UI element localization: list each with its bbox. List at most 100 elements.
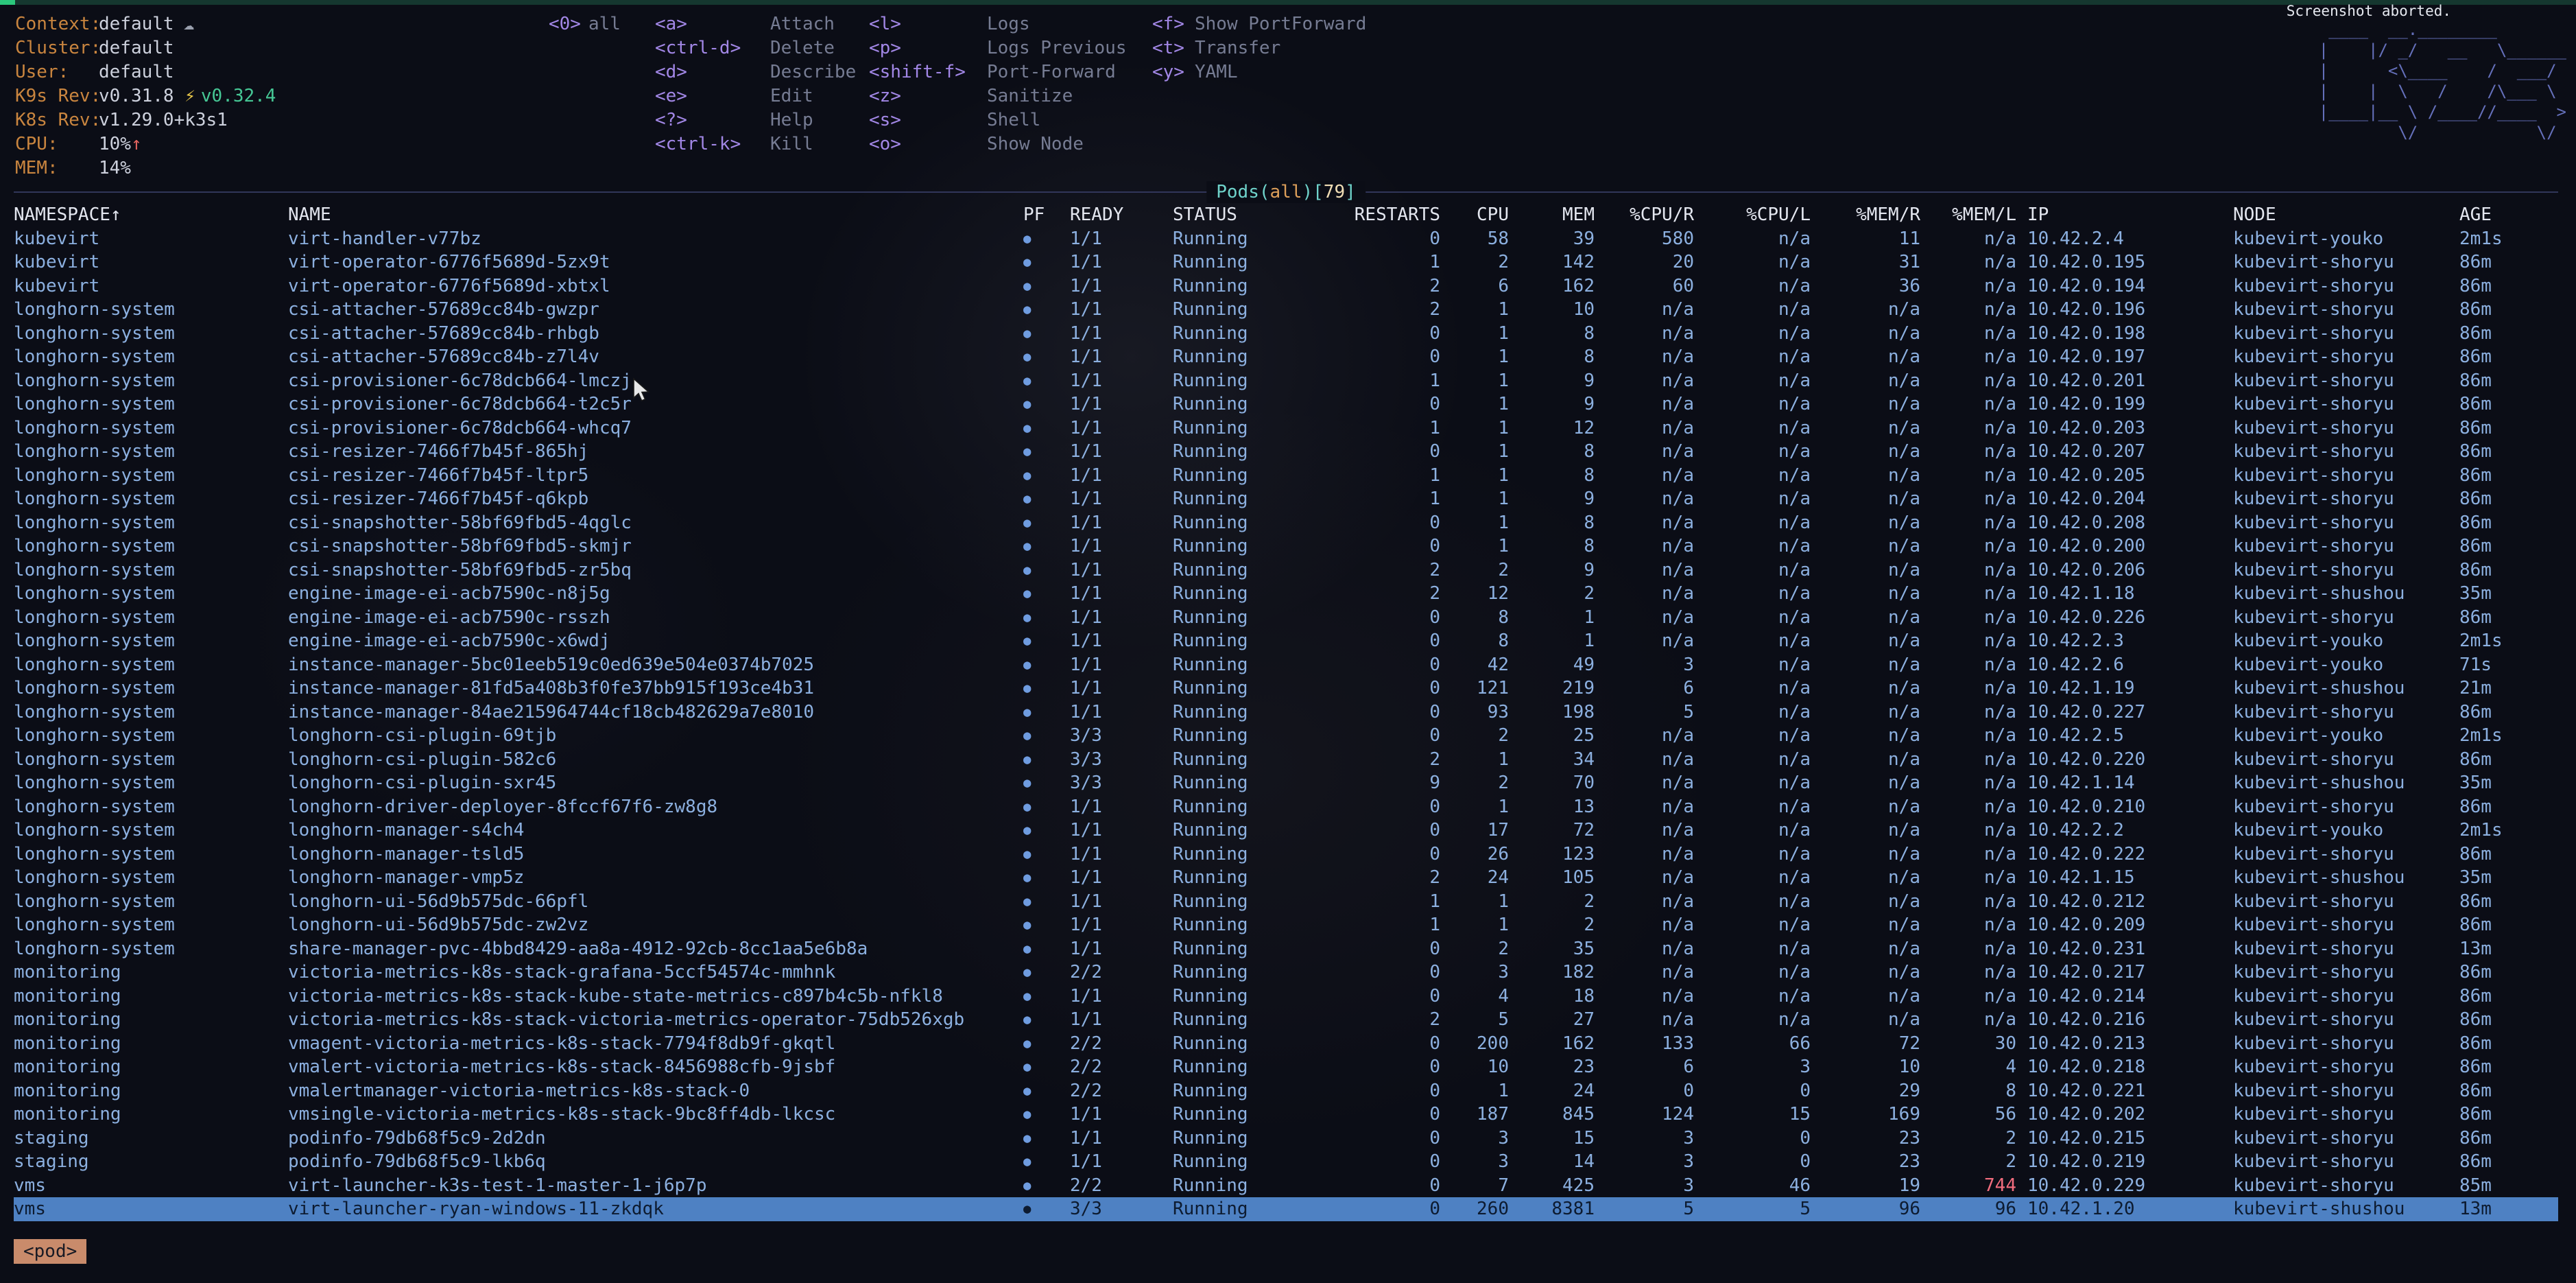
hotkey-label: Show Node xyxy=(987,132,1084,156)
table-row[interactable]: longhorn-systemcsi-provisioner-6c78dcb66… xyxy=(14,416,2558,440)
column-header-status[interactable]: STATUS xyxy=(1173,203,1337,227)
cell-restarts: 0 xyxy=(1337,985,1440,1009)
table-row[interactable]: monitoringvictoria-metrics-k8s-stack-kub… xyxy=(14,985,2558,1009)
column-header-pf[interactable]: PF xyxy=(1015,203,1070,227)
hotkey-column-1: <a>Attach<ctrl-d>Delete<d>Describe<e>Edi… xyxy=(655,12,856,156)
cell-mem: 162 xyxy=(1509,274,1595,298)
cell-node: kubevirt-shoryu xyxy=(2222,913,2448,937)
table-row[interactable]: vmsvirt-launcher-ryan-windows-11-zkdqk●3… xyxy=(14,1197,2558,1221)
table-row[interactable]: longhorn-systemlonghorn-ui-56d9b575dc-66… xyxy=(14,890,2558,914)
cell-cpul: n/a xyxy=(1694,937,1811,961)
cell-cpur: n/a xyxy=(1595,866,1694,890)
column-header-cpu[interactable]: CPU xyxy=(1440,203,1509,227)
table-row[interactable]: longhorn-systeminstance-manager-84ae2159… xyxy=(14,701,2558,725)
table-row[interactable]: longhorn-systemengine-image-ei-acb7590c-… xyxy=(14,606,2558,630)
table-row[interactable]: longhorn-systeminstance-manager-81fd5a40… xyxy=(14,676,2558,701)
cell-node: kubevirt-shoryu xyxy=(2222,701,2448,725)
screenshot-aborted-notice: Screenshot aborted. xyxy=(2287,3,2451,19)
column-header-memr[interactable]: %MEM/R xyxy=(1811,203,1920,227)
table-row[interactable]: longhorn-systemshare-manager-pvc-4bbd842… xyxy=(14,937,2558,961)
column-header-restarts[interactable]: RESTARTS xyxy=(1337,203,1440,227)
column-header-meml[interactable]: %MEM/L xyxy=(1920,203,2016,227)
cell-node: kubevirt-shoryu xyxy=(2222,1150,2448,1174)
table-row[interactable]: longhorn-systemlonghorn-manager-vmp5z●1/… xyxy=(14,866,2558,890)
table-row[interactable]: longhorn-systemlonghorn-ui-56d9b575dc-zw… xyxy=(14,913,2558,937)
cell-ns: monitoring xyxy=(14,961,288,985)
cell-ready: 1/1 xyxy=(1070,985,1173,1009)
table-row[interactable]: longhorn-systemlonghorn-driver-deployer-… xyxy=(14,795,2558,819)
cell-meml: n/a xyxy=(1920,795,2016,819)
cell-status: Running xyxy=(1173,487,1337,511)
cell-pf: ● xyxy=(1015,511,1070,535)
table-row[interactable]: monitoringvictoria-metrics-k8s-stack-gra… xyxy=(14,961,2558,985)
cell-cpu: 260 xyxy=(1440,1197,1509,1221)
column-header-cpul[interactable]: %CPU/L xyxy=(1694,203,1811,227)
cell-restarts: 1 xyxy=(1337,369,1440,393)
cell-mem: 105 xyxy=(1509,866,1595,890)
table-row[interactable]: kubevirtvirt-operator-6776f5689d-5zx9t●1… xyxy=(14,250,2558,274)
table-row[interactable]: kubevirtvirt-operator-6776f5689d-xbtxl●1… xyxy=(14,274,2558,298)
cell-node: kubevirt-shoryu xyxy=(2222,1127,2448,1151)
cell-mem: 2 xyxy=(1509,582,1595,606)
table-row[interactable]: stagingpodinfo-79db68f5c9-lkb6q●1/1Runni… xyxy=(14,1150,2558,1174)
column-header-cpur[interactable]: %CPU/R xyxy=(1595,203,1694,227)
table-row[interactable]: longhorn-systemcsi-resizer-7466f7b45f-lt… xyxy=(14,464,2558,488)
table-row[interactable]: longhorn-systemlonghorn-csi-plugin-sxr45… xyxy=(14,771,2558,795)
cell-status: Running xyxy=(1173,1079,1337,1103)
column-header-age[interactable]: AGE xyxy=(2448,203,2558,227)
column-header-name[interactable]: NAME xyxy=(288,203,1015,227)
cell-cpul: n/a xyxy=(1694,298,1811,322)
table-row[interactable]: longhorn-systemcsi-snapshotter-58bf69fbd… xyxy=(14,534,2558,558)
cell-age: 2m1s xyxy=(2448,629,2558,653)
cell-meml: n/a xyxy=(1920,416,2016,440)
cell-restarts: 1 xyxy=(1337,487,1440,511)
table-row[interactable]: longhorn-systemcsi-provisioner-6c78dcb66… xyxy=(14,369,2558,393)
table-row[interactable]: monitoringvmsingle-victoria-metrics-k8s-… xyxy=(14,1103,2558,1127)
cell-name: longhorn-csi-plugin-69tjb xyxy=(288,724,1015,748)
cell-status: Running xyxy=(1173,274,1337,298)
table-row[interactable]: longhorn-systemcsi-attacher-57689cc84b-z… xyxy=(14,345,2558,369)
cell-status: Running xyxy=(1173,653,1337,677)
cell-cpur: n/a xyxy=(1595,487,1694,511)
cell-meml: n/a xyxy=(1920,819,2016,843)
table-row[interactable]: longhorn-systemlonghorn-manager-tsld5●1/… xyxy=(14,843,2558,867)
column-header-mem[interactable]: MEM xyxy=(1509,203,1595,227)
cell-meml: n/a xyxy=(1920,606,2016,630)
table-row[interactable]: vmsvirt-launcher-k3s-test-1-master-1-j6p… xyxy=(14,1174,2558,1198)
cell-memr: n/a xyxy=(1811,629,1920,653)
table-row[interactable]: longhorn-systemlonghorn-csi-plugin-69tjb… xyxy=(14,724,2558,748)
column-header-node[interactable]: NODE xyxy=(2222,203,2448,227)
table-row[interactable]: longhorn-systemcsi-provisioner-6c78dcb66… xyxy=(14,392,2558,416)
table-row[interactable]: longhorn-systemengine-image-ei-acb7590c-… xyxy=(14,582,2558,606)
cell-ns: longhorn-system xyxy=(14,843,288,867)
table-row[interactable]: longhorn-systemcsi-resizer-7466f7b45f-q6… xyxy=(14,487,2558,511)
table-row[interactable]: longhorn-systemcsi-attacher-57689cc84b-g… xyxy=(14,298,2558,322)
table-row[interactable]: longhorn-systeminstance-manager-5bc01eeb… xyxy=(14,653,2558,677)
table-row[interactable]: longhorn-systemlonghorn-manager-s4ch4●1/… xyxy=(14,819,2558,843)
cell-cpu: 2 xyxy=(1440,771,1509,795)
table-row[interactable]: monitoringvictoria-metrics-k8s-stack-vic… xyxy=(14,1008,2558,1032)
table-row[interactable]: longhorn-systemcsi-attacher-57689cc84b-r… xyxy=(14,322,2558,346)
column-header-ip[interactable]: IP xyxy=(2016,203,2222,227)
hotkey-item: <?>Help xyxy=(655,108,856,132)
table-row[interactable]: longhorn-systemcsi-snapshotter-58bf69fbd… xyxy=(14,558,2558,582)
table-row[interactable]: longhorn-systemcsi-snapshotter-58bf69fbd… xyxy=(14,511,2558,535)
table-row[interactable]: longhorn-systemcsi-resizer-7466f7b45f-86… xyxy=(14,440,2558,464)
column-header-ns[interactable]: NAMESPACE↑ xyxy=(14,203,288,227)
cell-ns: monitoring xyxy=(14,985,288,1009)
table-row[interactable]: longhorn-systemengine-image-ei-acb7590c-… xyxy=(14,629,2558,653)
table-row[interactable]: monitoringvmagent-victoria-metrics-k8s-s… xyxy=(14,1032,2558,1056)
table-row[interactable]: longhorn-systemlonghorn-csi-plugin-582c6… xyxy=(14,748,2558,772)
cell-node: kubevirt-shoryu xyxy=(2222,534,2448,558)
table-row[interactable]: monitoringvmalertmanager-victoria-metric… xyxy=(14,1079,2558,1103)
column-header-ready[interactable]: READY xyxy=(1070,203,1173,227)
table-row[interactable]: monitoringvmalert-victoria-metrics-k8s-s… xyxy=(14,1055,2558,1079)
cell-ns: longhorn-system xyxy=(14,369,288,393)
cell-ip: 10.42.0.207 xyxy=(2016,440,2222,464)
breadcrumb-pod[interactable]: <pod> xyxy=(14,1239,86,1264)
cell-node: kubevirt-shoryu xyxy=(2222,890,2448,914)
table-row[interactable]: kubevirtvirt-handler-v77bz●1/1Running058… xyxy=(14,227,2558,251)
cell-name: csi-snapshotter-58bf69fbd5-zr5bq xyxy=(288,558,1015,582)
cell-cpu: 1 xyxy=(1440,440,1509,464)
table-row[interactable]: stagingpodinfo-79db68f5c9-2d2dn●1/1Runni… xyxy=(14,1127,2558,1151)
